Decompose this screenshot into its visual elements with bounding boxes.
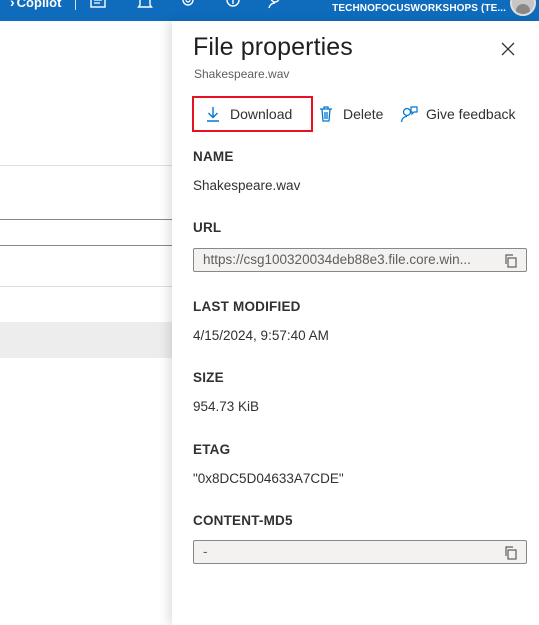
copy-md5-icon[interactable] [503, 545, 519, 561]
content-md5-field[interactable]: - [193, 540, 527, 564]
background-selected-row [0, 322, 172, 358]
last-modified-value: 4/15/2024, 9:57:40 AM [193, 328, 329, 343]
panel-toolbar: Download Delete Give feedback [192, 96, 532, 132]
delete-button[interactable]: Delete [317, 96, 383, 132]
panel-subtitle: Shakespeare.wav [194, 67, 290, 81]
etag-label: ETAG [193, 442, 231, 457]
size-label: SIZE [193, 370, 224, 385]
topbar-divider [75, 0, 76, 10]
name-value: Shakespeare.wav [193, 178, 301, 193]
feedback-icon[interactable] [88, 0, 108, 14]
copilot-label: Copilot [16, 0, 62, 10]
copilot-arrow-icon: › [10, 0, 15, 10]
top-navigation-bar: › Copilot TECHNOFOCUSWORKSHOPS (TE... [0, 0, 539, 21]
etag-value: "0x8DC5D04633A7CDE" [193, 471, 344, 486]
download-label: Download [230, 106, 293, 122]
last-modified-label: LAST MODIFIED [193, 299, 301, 314]
url-label: URL [193, 220, 222, 235]
name-label: NAME [193, 149, 234, 164]
avatar[interactable] [510, 0, 536, 16]
download-icon [204, 105, 222, 123]
give-feedback-label: Give feedback [426, 106, 516, 122]
give-feedback-button[interactable]: Give feedback [400, 96, 516, 132]
size-value: 954.73 KiB [193, 399, 260, 414]
background-divider [0, 286, 172, 287]
gear-icon[interactable] [178, 0, 198, 14]
file-properties-panel: File properties Shakespeare.wav Download… [172, 21, 539, 625]
content-md5-label: CONTENT-MD5 [193, 513, 293, 528]
background-page [0, 21, 172, 625]
person-feedback-icon [400, 105, 418, 123]
delete-label: Delete [343, 106, 384, 122]
background-input-border [0, 219, 172, 220]
background-input-border [0, 245, 172, 246]
trash-icon [317, 105, 335, 123]
help-icon[interactable] [223, 0, 243, 14]
url-field[interactable]: https://csg100320034deb88e3.file.core.wi… [193, 248, 527, 272]
background-divider [0, 165, 172, 166]
copilot-button[interactable]: › Copilot [10, 0, 61, 10]
bell-icon[interactable] [135, 0, 155, 14]
close-icon [501, 42, 515, 56]
close-button[interactable] [498, 39, 518, 59]
download-button[interactable]: Download [192, 96, 313, 132]
copy-url-icon[interactable] [503, 253, 519, 269]
panel-title: File properties [193, 33, 353, 61]
tenant-name[interactable]: TECHNOFOCUSWORKSHOPS (TE... [332, 3, 506, 14]
person-feedback-icon[interactable] [267, 0, 287, 14]
